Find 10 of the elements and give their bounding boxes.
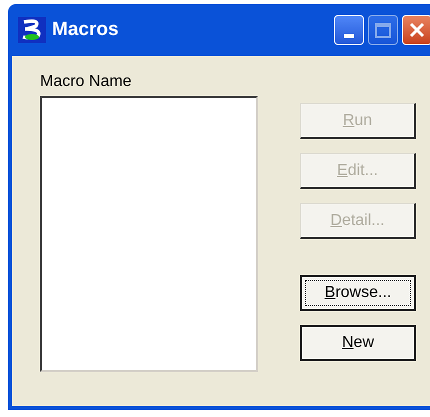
dialog-button[interactable]: New <box>300 325 416 361</box>
window-title: Macros <box>52 18 120 42</box>
close-icon <box>408 21 426 39</box>
dialog-button[interactable]: Browse... <box>300 275 416 311</box>
app-logo-icon <box>18 17 46 43</box>
maximize-icon <box>375 22 391 38</box>
macro-name-label: Macro Name <box>40 72 133 92</box>
close-button[interactable] <box>402 15 430 45</box>
minimize-button[interactable] <box>334 15 364 45</box>
minimize-icon <box>344 34 354 38</box>
